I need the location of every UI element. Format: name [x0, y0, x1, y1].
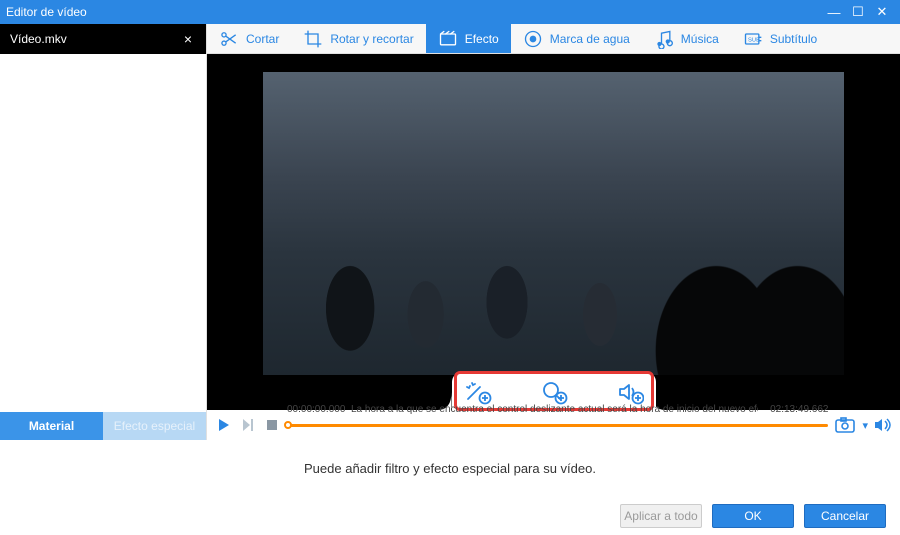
tool-cut[interactable]: Cortar: [207, 24, 291, 53]
effect-icon: [438, 29, 458, 49]
titlebar: Editor de vídeo — ☐ ✕: [0, 0, 900, 24]
add-zoom-effect-button[interactable]: [538, 377, 570, 407]
tool-watermark-label: Marca de agua: [550, 32, 630, 46]
sidebar-empty: [0, 54, 206, 412]
tool-effect[interactable]: Efecto: [426, 24, 511, 53]
file-close-button[interactable]: ×: [180, 31, 196, 47]
sidebar-tabs: Material Efecto especial: [0, 412, 206, 440]
cancel-button[interactable]: Cancelar: [804, 504, 886, 528]
subtitle-icon: SUB: [743, 29, 763, 49]
button-row: Aplicar a todo OK Cancelar: [0, 497, 900, 535]
play-button[interactable]: [215, 416, 233, 434]
track-handle[interactable]: [284, 421, 292, 429]
timeline: 00:00:00.000 La hora a la que se encuent…: [207, 410, 900, 440]
apply-all-button[interactable]: Aplicar a todo: [620, 504, 702, 528]
snapshot-button[interactable]: [834, 416, 856, 434]
svg-text:SUB: SUB: [748, 37, 760, 43]
sidebar: Vídeo.mkv × Material Efecto especial: [0, 24, 207, 440]
crop-icon: [303, 29, 323, 49]
timeline-hint: La hora a la que se encuentra el control…: [349, 404, 758, 415]
maximize-button[interactable]: ☐: [846, 4, 870, 20]
tool-music[interactable]: Música: [642, 24, 731, 53]
tool-effect-label: Efecto: [465, 32, 499, 46]
scissors-icon: [219, 29, 239, 49]
file-name: Vídeo.mkv: [10, 32, 180, 46]
tool-subtitle[interactable]: SUB Subtítulo: [731, 24, 829, 53]
tool-music-label: Música: [681, 32, 719, 46]
preview-area: [207, 54, 900, 410]
tool-subtitle-label: Subtítulo: [770, 32, 817, 46]
toolbar: Cortar Rotar y recortar Efecto Marca de …: [207, 24, 900, 54]
window-title: Editor de vídeo: [6, 5, 822, 19]
tool-rotate-crop[interactable]: Rotar y recortar: [291, 24, 425, 53]
footer: Puede añadir filtro y efecto especial pa…: [0, 440, 900, 535]
watermark-icon: [523, 29, 543, 49]
timeline-track[interactable]: 00:00:00.000 La hora a la que se encuent…: [287, 418, 828, 432]
step-button[interactable]: [239, 416, 257, 434]
stop-button[interactable]: [263, 416, 281, 434]
minimize-button[interactable]: —: [822, 5, 846, 20]
add-volume-effect-button[interactable]: [614, 377, 646, 407]
ok-button[interactable]: OK: [712, 504, 794, 528]
volume-button[interactable]: [874, 416, 892, 434]
track-bar: [287, 424, 828, 427]
add-filter-button[interactable]: [462, 377, 494, 407]
file-tab[interactable]: Vídeo.mkv ×: [0, 24, 206, 54]
tool-watermark[interactable]: Marca de agua: [511, 24, 642, 53]
tab-special-effect[interactable]: Efecto especial: [103, 412, 206, 440]
tab-material[interactable]: Material: [0, 412, 103, 440]
hint-text: Puede añadir filtro y efecto especial pa…: [0, 440, 900, 497]
time-start: 00:00:00.000: [287, 404, 349, 415]
tool-rotate-crop-label: Rotar y recortar: [330, 32, 413, 46]
music-icon: [654, 29, 674, 49]
content: Cortar Rotar y recortar Efecto Marca de …: [207, 24, 900, 440]
time-end: 02:13:49.662: [758, 404, 828, 415]
video-preview[interactable]: [263, 72, 844, 375]
snapshot-arrow-icon: ▾: [862, 419, 868, 432]
close-window-button[interactable]: ✕: [870, 4, 894, 20]
tool-cut-label: Cortar: [246, 32, 279, 46]
